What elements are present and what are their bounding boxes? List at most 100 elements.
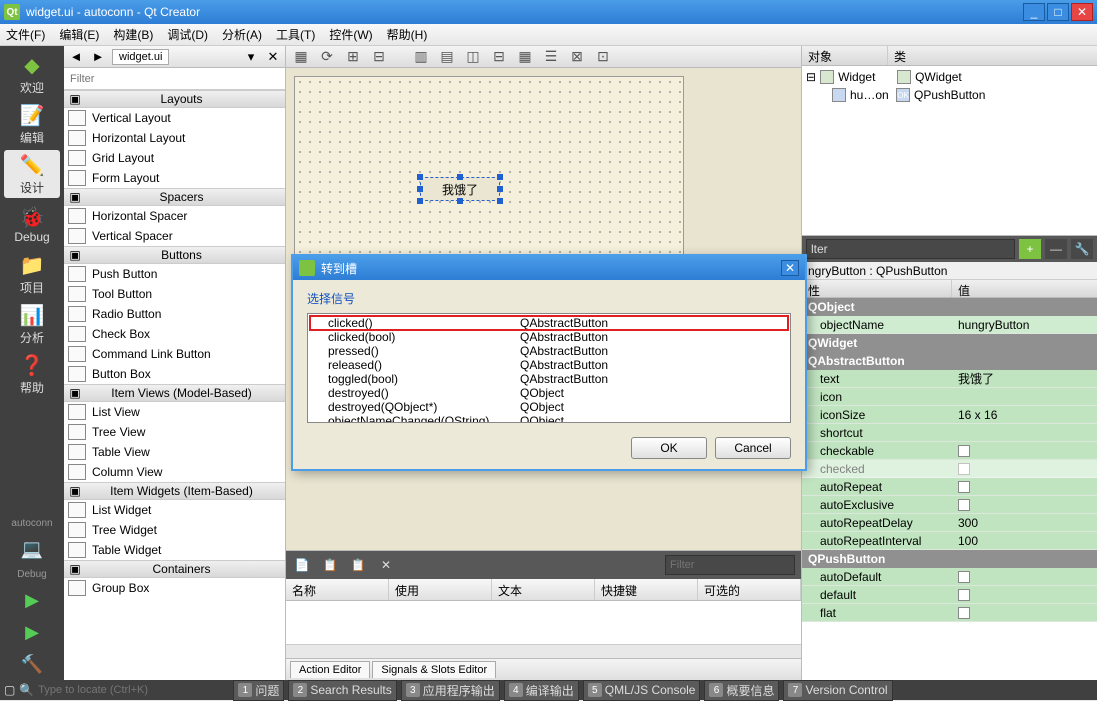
checkbox[interactable]: [958, 499, 970, 511]
prop-section[interactable]: QAbstractButton: [802, 352, 1097, 370]
paste-action-icon[interactable]: 📋: [348, 555, 368, 575]
prop-value[interactable]: hungryButton: [952, 318, 1097, 332]
property-list[interactable]: QObjectobjectNamehungryButtonQWidgetQAbs…: [802, 298, 1097, 680]
widget-item[interactable]: Table View: [64, 442, 285, 462]
menu-build[interactable]: 构建(B): [113, 26, 153, 43]
fwd-icon[interactable]: ►: [90, 49, 106, 65]
menu-analyze[interactable]: 分析(A): [222, 26, 262, 43]
widget-item[interactable]: Radio Button: [64, 304, 285, 324]
locator-input[interactable]: [38, 684, 229, 696]
action-filter-input[interactable]: [665, 555, 795, 575]
prop-row[interactable]: autoDefault: [802, 568, 1097, 586]
mode-analyze[interactable]: 📊分析: [4, 300, 60, 348]
action-list[interactable]: [286, 601, 801, 644]
widget-item[interactable]: Push Button: [64, 264, 285, 284]
checkbox[interactable]: [958, 589, 970, 601]
status-pane[interactable]: 4编译输出: [504, 680, 579, 701]
tb-signals-icon[interactable]: ⟳: [318, 48, 336, 66]
minimize-button[interactable]: _: [1023, 3, 1045, 21]
prop-value[interactable]: [952, 499, 1097, 511]
prop-section[interactable]: QPushButton: [802, 550, 1097, 568]
status-pane[interactable]: 2Search Results: [288, 680, 396, 701]
tab-signals-editor[interactable]: Signals & Slots Editor: [372, 661, 496, 678]
prop-value[interactable]: 300: [952, 516, 1097, 530]
prop-row[interactable]: autoRepeat: [802, 478, 1097, 496]
menu-widgets[interactable]: 控件(W): [329, 26, 372, 43]
prop-value[interactable]: 100: [952, 534, 1097, 548]
prop-row[interactable]: iconSize16 x 16: [802, 406, 1097, 424]
prop-row[interactable]: icon: [802, 388, 1097, 406]
signal-row[interactable]: destroyed()QObject: [310, 386, 788, 400]
copy-action-icon[interactable]: 📋: [320, 555, 340, 575]
prop-filter-input[interactable]: [806, 239, 1015, 259]
prop-value[interactable]: [952, 463, 1097, 475]
signal-row[interactable]: clicked(bool)QAbstractButton: [310, 330, 788, 344]
prop-value[interactable]: [952, 571, 1097, 583]
widget-item[interactable]: Vertical Layout: [64, 108, 285, 128]
prop-value[interactable]: 16 x 16: [952, 408, 1097, 422]
expand-icon[interactable]: ▣: [68, 190, 82, 204]
debug-run-button[interactable]: ▶: [12, 618, 52, 646]
tb-hlayout-icon[interactable]: ▥: [412, 48, 430, 66]
widget-item[interactable]: Horizontal Layout: [64, 128, 285, 148]
menu-tools[interactable]: 工具(T): [276, 26, 315, 43]
widget-item[interactable]: Tool Button: [64, 284, 285, 304]
prop-section[interactable]: QObject: [802, 298, 1097, 316]
status-pane[interactable]: 3应用程序输出: [401, 680, 500, 701]
mode-welcome[interactable]: ◆欢迎: [4, 50, 60, 98]
tb-vsplit-icon[interactable]: ⊟: [490, 48, 508, 66]
menu-help[interactable]: 帮助(H): [387, 26, 428, 43]
tb-grid-icon[interactable]: ▦: [516, 48, 534, 66]
widget-item[interactable]: Form Layout: [64, 168, 285, 188]
checkbox[interactable]: [958, 481, 970, 493]
close-button[interactable]: ✕: [1071, 3, 1093, 21]
mode-debug[interactable]: 🐞Debug: [4, 200, 60, 248]
mode-projects[interactable]: 📁项目: [4, 250, 60, 298]
status-pane[interactable]: 6概要信息: [704, 680, 779, 701]
widget-item[interactable]: Grid Layout: [64, 148, 285, 168]
tb-hsplit-icon[interactable]: ◫: [464, 48, 482, 66]
signal-row[interactable]: pressed()QAbstractButton: [310, 344, 788, 358]
widget-filter-input[interactable]: [64, 68, 285, 89]
prop-row[interactable]: autoExclusive: [802, 496, 1097, 514]
signal-row[interactable]: clicked()QAbstractButton: [310, 316, 788, 330]
tab-action-editor[interactable]: Action Editor: [290, 661, 370, 678]
signal-row[interactable]: toggled(bool)QAbstractButton: [310, 372, 788, 386]
menu-debug[interactable]: 调试(D): [167, 26, 208, 43]
prop-value[interactable]: 我饿了: [952, 370, 1097, 387]
prop-row[interactable]: shortcut: [802, 424, 1097, 442]
back-icon[interactable]: ◄: [68, 49, 84, 65]
widget-item[interactable]: Command Link Button: [64, 344, 285, 364]
expand-icon[interactable]: ▣: [68, 562, 82, 576]
prop-value[interactable]: [952, 607, 1097, 619]
prop-row[interactable]: text我饿了: [802, 370, 1097, 388]
kit-icon[interactable]: 💻: [12, 535, 52, 563]
maximize-button[interactable]: □: [1047, 3, 1069, 21]
dropdown-icon[interactable]: ▾: [243, 49, 259, 65]
prop-section[interactable]: QWidget: [802, 334, 1097, 352]
mode-edit[interactable]: 📝编辑: [4, 100, 60, 148]
tb-buddies-icon[interactable]: ⊞: [344, 48, 362, 66]
expand-icon[interactable]: ▣: [68, 92, 82, 106]
prop-value[interactable]: [952, 481, 1097, 493]
delete-action-icon[interactable]: ✕: [376, 555, 396, 575]
config-prop-button[interactable]: 🔧: [1071, 239, 1093, 259]
widget-item[interactable]: Horizontal Spacer: [64, 206, 285, 226]
checkbox[interactable]: [958, 445, 970, 457]
expand-icon[interactable]: ▣: [68, 248, 82, 262]
signal-list[interactable]: clicked()QAbstractButtonclicked(bool)QAb…: [307, 313, 791, 423]
widget-item[interactable]: Table Widget: [64, 540, 285, 560]
dialog-close-button[interactable]: ✕: [781, 260, 799, 276]
prop-row[interactable]: default: [802, 586, 1097, 604]
tb-taborder-icon[interactable]: ⊟: [370, 48, 388, 66]
new-action-icon[interactable]: 📄: [292, 555, 312, 575]
prop-row[interactable]: flat: [802, 604, 1097, 622]
signal-row[interactable]: released()QAbstractButton: [310, 358, 788, 372]
tb-form-icon[interactable]: ☰: [542, 48, 560, 66]
scrollbar[interactable]: [286, 644, 801, 658]
widget-item[interactable]: Check Box: [64, 324, 285, 344]
widget-item[interactable]: Tree View: [64, 422, 285, 442]
prop-value[interactable]: [952, 589, 1097, 601]
expand-icon[interactable]: ▣: [68, 386, 82, 400]
checkbox[interactable]: [958, 607, 970, 619]
